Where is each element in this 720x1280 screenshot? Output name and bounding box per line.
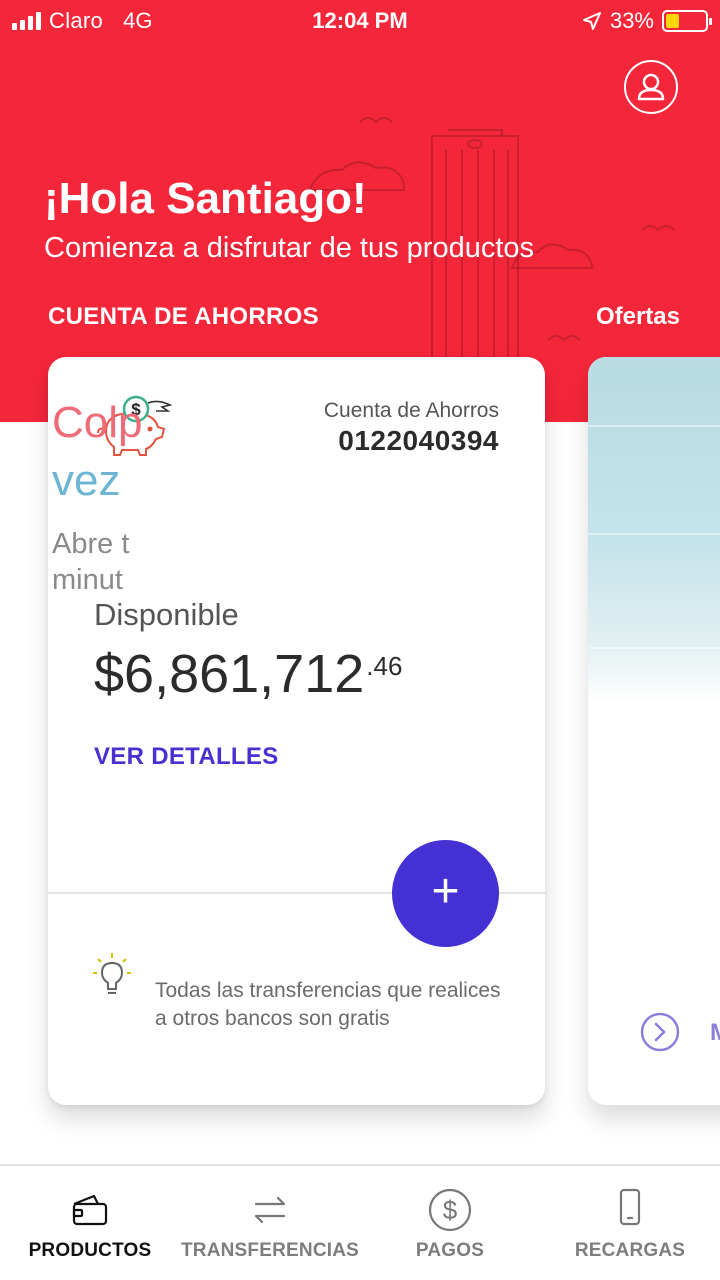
battery-percent: 33% — [609, 8, 654, 33]
account-type: Cuenta de Ahorros — [323, 399, 499, 422]
chevron-right-circle-icon[interactable] — [640, 1012, 680, 1052]
battery-icon — [662, 10, 712, 32]
profile-button[interactable] — [624, 60, 678, 114]
dollar-circle-icon: $ — [428, 1188, 472, 1232]
promo-text: Abre t minut — [52, 526, 252, 598]
tip-text: Todas las transferencias que realices a … — [155, 979, 501, 1030]
promo-image-line — [588, 647, 720, 649]
view-details-link[interactable]: VER DETALLES — [94, 743, 279, 771]
bottom-tab-bar: PRODUCTOS TRANSFERENCIAS $ PAGOS RECARGA… — [0, 1164, 720, 1280]
balance-amount: $6,861,712 — [94, 644, 365, 704]
promo-image-line — [588, 533, 720, 535]
user-icon — [637, 73, 665, 101]
svg-text:$: $ — [443, 1195, 458, 1225]
savings-account-card[interactable]: $ Cuenta de Ahorros 0122040394 Disponibl… — [48, 357, 545, 1105]
tab-label: PAGOS — [415, 1240, 485, 1261]
greeting-title: ¡Hola Santiago! — [44, 174, 367, 223]
promo-image — [588, 357, 720, 702]
promo-more-link[interactable]: M — [710, 1019, 720, 1047]
smartphone-icon — [619, 1188, 641, 1226]
transfer-arrows-icon — [254, 1196, 286, 1224]
tab-label: TRANSFERENCIAS — [180, 1240, 360, 1261]
add-button[interactable]: + — [392, 840, 499, 947]
tab-label: RECARGAS — [574, 1240, 686, 1261]
offers-tab[interactable]: Ofertas — [596, 303, 680, 331]
tab-recargas[interactable]: RECARGAS — [540, 1166, 720, 1280]
promo-text-line1: Abre t — [52, 528, 130, 560]
status-bar: Claro 4G 12:04 PM 33% — [0, 0, 720, 40]
promo-text-line2: minut — [52, 564, 123, 596]
wallet-icon — [72, 1194, 108, 1226]
status-right: 33% — [582, 8, 712, 34]
lightbulb-icon — [93, 953, 131, 994]
promo-card[interactable] — [588, 357, 720, 1105]
promo-image-line — [588, 425, 720, 427]
tab-label: PRODUCTOS — [28, 1240, 152, 1261]
available-balance: $6,861,712 .46 — [94, 643, 402, 705]
tab-productos[interactable]: PRODUCTOS — [0, 1166, 180, 1280]
promo-title-line1: Colp — [52, 398, 143, 447]
available-label: Disponible — [94, 597, 239, 632]
promo-title-line2: vez — [52, 456, 121, 505]
tab-transferencias[interactable]: TRANSFERENCIAS — [180, 1166, 360, 1280]
battery-level — [666, 14, 679, 28]
account-number: 0122040394 — [338, 425, 499, 456]
location-arrow-icon — [582, 12, 601, 30]
greeting-subtitle: Comienza a disfrutar de tus productos — [44, 232, 535, 264]
section-label-savings[interactable]: CUENTA DE AHORROS — [48, 303, 319, 331]
balance-cents: .46 — [366, 651, 403, 681]
tab-pagos[interactable]: $ PAGOS — [360, 1166, 540, 1280]
